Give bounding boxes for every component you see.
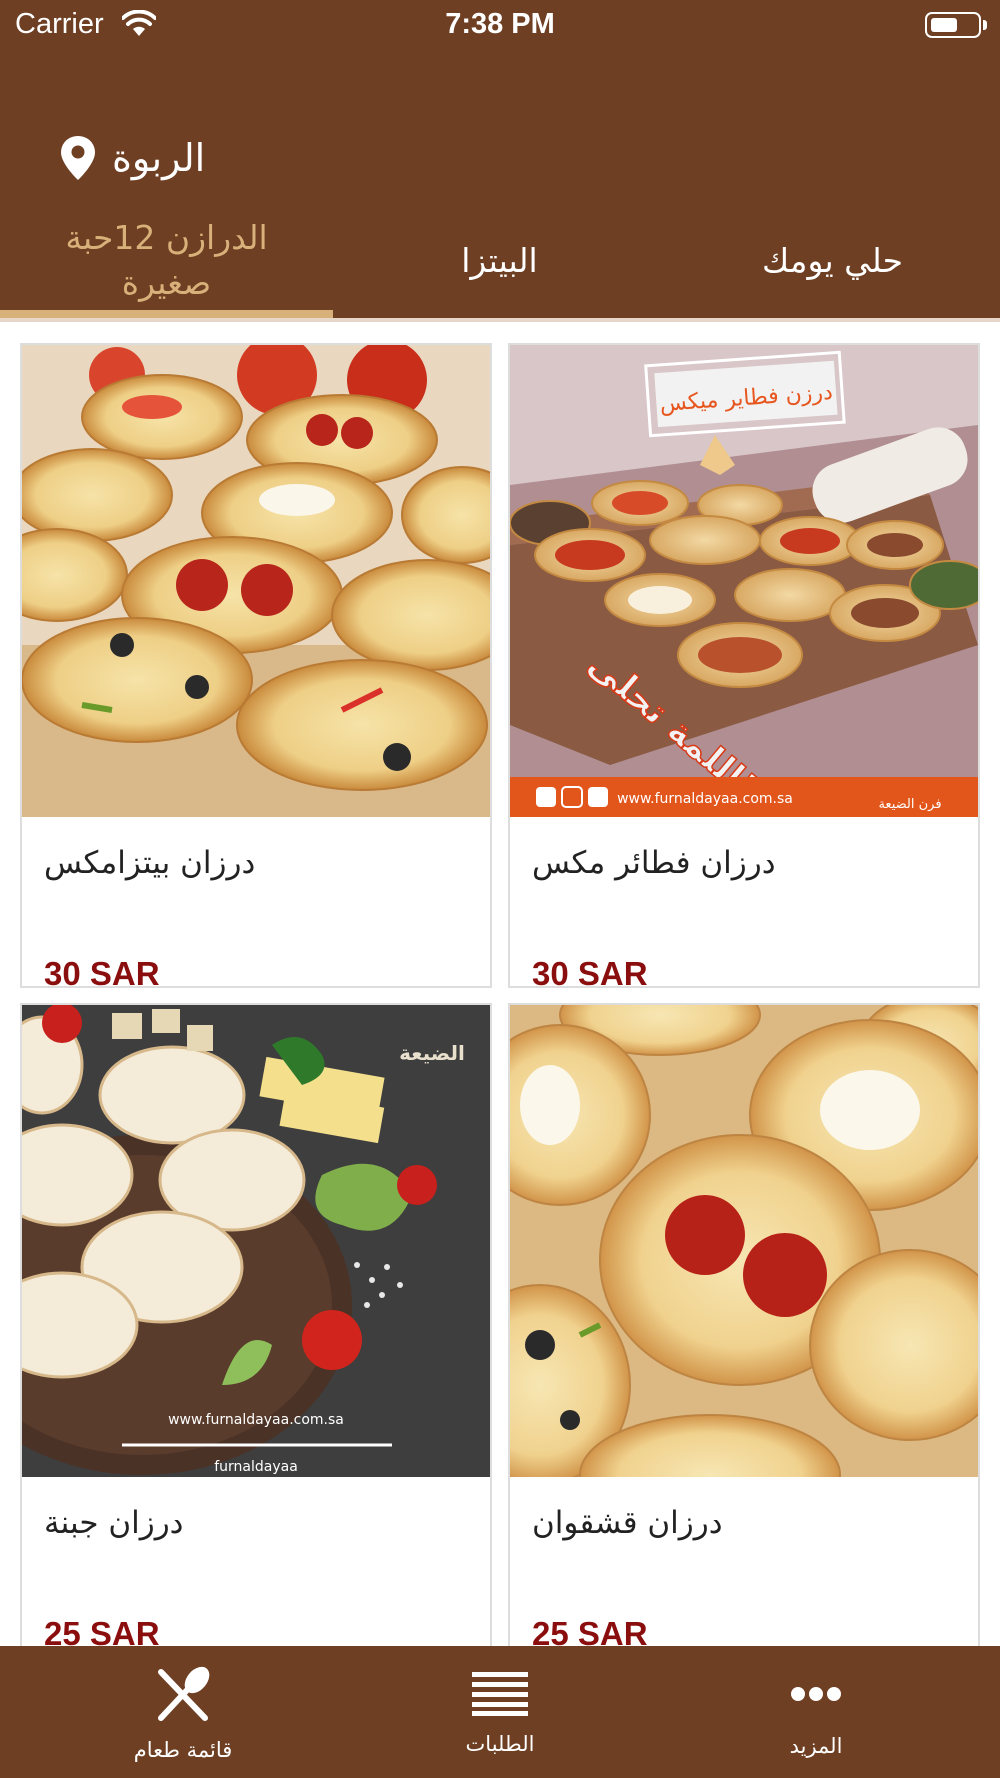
product-price: 30 SAR — [44, 955, 160, 988]
product-price: 25 SAR — [532, 1615, 648, 1646]
product-price: 25 SAR — [44, 1615, 160, 1646]
bottom-tab-bar: قائمة طعام الطلبات المزيد — [0, 1646, 1000, 1778]
product-name: درزان قشقوان — [532, 1505, 723, 1541]
product-name: درزان جبنة — [44, 1505, 184, 1541]
active-tab-indicator — [0, 310, 333, 318]
image-brand-text: فرن الضيعة — [878, 797, 941, 812]
product-card[interactable]: درزان بيتزامكس 30 SAR — [20, 343, 492, 988]
battery-nub — [983, 20, 987, 30]
product-card[interactable]: درزان قشقوان 25 SAR — [508, 1003, 980, 1646]
fork-knife-icon — [158, 1666, 210, 1721]
product-image — [22, 345, 490, 817]
tab-label: البيتزا — [461, 240, 538, 280]
image-brand-text: الضيعة — [399, 1041, 465, 1065]
product-price: 30 SAR — [532, 955, 648, 988]
product-image: الضيعة www.furnaldayaa.com.sa furnaldaya… — [22, 1005, 490, 1477]
product-name: درزان بيتزامكس — [44, 845, 256, 881]
tab-label: قائمة طعام — [133, 1738, 233, 1762]
mini-pizzas-photo — [22, 345, 490, 817]
battery-level — [931, 18, 957, 32]
location-label: الربوة — [112, 136, 206, 180]
more-dots-icon — [791, 1687, 841, 1701]
kashkaval-pizzas-photo — [510, 1005, 978, 1477]
tab-more[interactable]: المزيد — [716, 1646, 916, 1778]
list-icon — [472, 1672, 528, 1716]
tab-menu[interactable]: قائمة طعام — [83, 1646, 283, 1778]
status-bar: Carrier 7:38 PM — [0, 0, 1000, 50]
tab-pizza[interactable]: البيتزا — [333, 210, 666, 312]
battery-icon — [925, 12, 981, 38]
cheese-pastries-photo: الضيعة www.furnaldayaa.com.sa furnaldaya… — [22, 1005, 490, 1477]
category-tabs: الدرازن 12حبة صغيرة البيتزا حلي يومك — [0, 210, 1000, 322]
tab-small-dozens[interactable]: الدرازن 12حبة صغيرة — [0, 210, 333, 312]
tab-orders[interactable]: الطلبات — [400, 1646, 600, 1778]
product-grid: درزان بيتزامكس 30 SAR درزن فطاير ميكس ال… — [0, 322, 1000, 1646]
image-handle-text: furnaldayaa — [214, 1459, 298, 1475]
product-card[interactable]: الضيعة www.furnaldayaa.com.sa furnaldaya… — [20, 1003, 492, 1646]
tab-label: الطلبات — [465, 1732, 535, 1756]
product-card[interactable]: درزن فطاير ميكس اللمة تحلى! www.furnalda… — [508, 343, 980, 988]
app-header: Carrier 7:38 PM الربوة الدرازن 12حبة صغي… — [0, 0, 1000, 322]
tab-label: المزيد — [789, 1734, 843, 1758]
tab-label: الدرازن 12حبة صغيرة — [65, 218, 268, 302]
product-name: درزان فطائر مكس — [532, 845, 776, 881]
image-website-text: www.furnaldayaa.com.sa — [168, 1412, 344, 1428]
map-pin-icon — [61, 136, 95, 180]
location-selector[interactable]: الربوة — [60, 128, 205, 188]
status-time: 7:38 PM — [445, 8, 555, 40]
product-image — [510, 1005, 978, 1477]
tab-label: حلي يومك — [761, 240, 904, 280]
image-website-text: www.furnaldayaa.com.sa — [617, 791, 793, 807]
tab-desserts[interactable]: حلي يومك — [666, 210, 999, 312]
product-image: درزن فطاير ميكس اللمة تحلى! www.furnalda… — [510, 345, 978, 817]
mixed-pastries-photo: درزن فطاير ميكس اللمة تحلى! www.furnalda… — [510, 345, 978, 817]
